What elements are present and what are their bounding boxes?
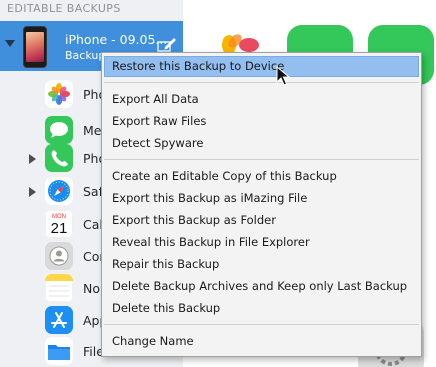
menu-separator xyxy=(104,82,419,83)
menu-item-restore-backup[interactable]: Restore this Backup to Device xyxy=(104,56,419,77)
device-name: iPhone - 09.05... xyxy=(65,32,168,47)
menu-item-delete-archives[interactable]: Delete Backup Archives and Keep only Las… xyxy=(104,276,419,297)
messages-icon xyxy=(45,116,73,144)
sidebar-item-label: Me xyxy=(83,123,102,138)
sidebar-item-label: Saf xyxy=(83,184,103,199)
menu-item-export-imazing-file[interactable]: Export this Backup as iMazing File xyxy=(104,188,419,209)
contacts-icon xyxy=(45,242,73,270)
menu-item-export-folder[interactable]: Export this Backup as Folder xyxy=(104,210,419,231)
menu-item-delete-backup[interactable]: Delete this Backup xyxy=(104,298,419,319)
edit-backup-icon[interactable] xyxy=(157,37,177,53)
menu-separator xyxy=(104,159,419,160)
files-icon xyxy=(45,337,73,365)
section-header: EDITABLE BACKUPS xyxy=(7,2,121,15)
menu-item-export-raw-files[interactable]: Export Raw Files xyxy=(104,111,419,132)
safari-icon xyxy=(45,177,73,205)
calendar-icon: MON 21 xyxy=(45,210,73,238)
phone-icon xyxy=(45,144,73,172)
sidebar-item-label: Cal xyxy=(83,217,103,232)
menu-item-detect-spyware[interactable]: Detect Spyware xyxy=(104,133,419,154)
calendar-date: 21 xyxy=(51,220,68,237)
menu-item-reveal-in-explorer[interactable]: Reveal this Backup in File Explorer xyxy=(104,232,419,253)
photos-icon xyxy=(45,80,73,108)
mouse-cursor-icon xyxy=(276,66,290,86)
expand-arrow-icon[interactable] xyxy=(29,187,36,197)
device-subtitle: Backup xyxy=(65,49,106,62)
menu-item-export-all-data[interactable]: Export All Data xyxy=(104,89,419,110)
context-menu: Restore this Backup to Device Export All… xyxy=(101,52,422,357)
menu-item-create-editable-copy[interactable]: Create an Editable Copy of this Backup xyxy=(104,166,419,187)
menu-item-repair-backup[interactable]: Repair this Backup xyxy=(104,254,419,275)
sidebar-item-label: No xyxy=(83,281,100,296)
expand-arrow-icon[interactable] xyxy=(29,154,36,164)
app-store-icon xyxy=(45,306,73,334)
menu-separator xyxy=(104,324,419,325)
notes-icon xyxy=(45,274,73,302)
iphone-icon xyxy=(23,26,47,68)
collapse-arrow-icon[interactable] xyxy=(5,40,15,47)
menu-item-change-name[interactable]: Change Name xyxy=(104,331,419,352)
